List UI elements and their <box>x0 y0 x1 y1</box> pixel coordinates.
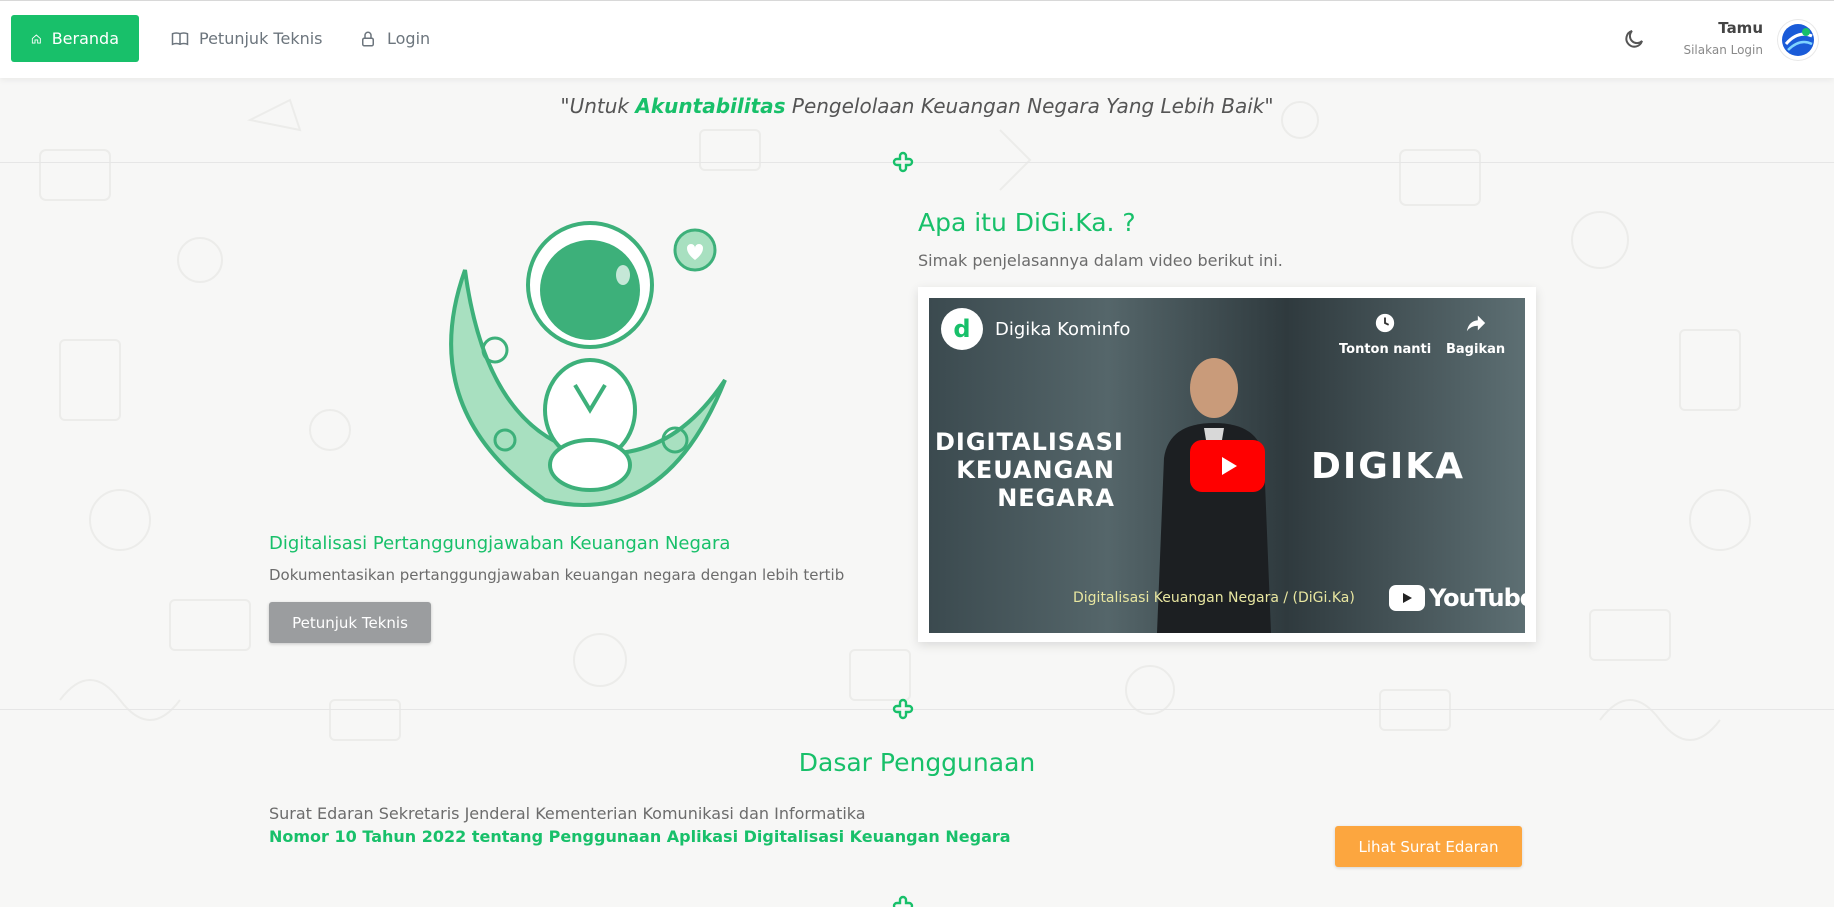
avatar[interactable] <box>1778 20 1818 60</box>
divider-line <box>0 162 1834 163</box>
surat-edaran-line1: Surat Edaran Sekretaris Jenderal Kemente… <box>269 804 866 823</box>
section-divider <box>0 697 1834 721</box>
nav-home-label: Beranda <box>51 29 119 48</box>
user-subtitle: Silakan Login <box>1683 43 1763 57</box>
watch-later-button[interactable]: Tonton nanti <box>1339 312 1431 357</box>
tagline-highlight: Akuntabilitas <box>635 94 786 118</box>
overlay-line: KEUANGAN <box>956 456 1115 484</box>
right-section-description: Simak penjelasannya dalam video berikut … <box>918 251 1283 270</box>
youtube-logo-text: YouTube <box>1429 584 1525 612</box>
play-button[interactable] <box>1190 440 1265 492</box>
overlay-line: NEGARA <box>997 484 1115 512</box>
lock-icon <box>362 31 374 46</box>
channel-name[interactable]: Digika Kominfo <box>995 319 1130 340</box>
left-section-description: Dokumentasikan pertanggungjawaban keuang… <box>269 566 845 584</box>
astronaut-on-moon-illustration <box>449 221 727 507</box>
nav-login-button[interactable]: Login <box>339 15 450 62</box>
video-overlay-right: DIGIKA <box>1311 446 1465 487</box>
youtube-logo[interactable]: YouTube <box>1389 584 1525 612</box>
hero-tagline: "Untuk Akuntabilitas Pengelolaan Keuanga… <box>0 94 1834 118</box>
right-section-title: Apa itu DiGi.Ka. ? <box>918 208 1136 237</box>
nav-petunjuk-button[interactable]: Petunjuk Teknis <box>151 15 343 62</box>
clover-cross-icon <box>892 895 914 907</box>
lihat-surat-edaran-button[interactable]: Lihat Surat Edaran <box>1335 826 1522 867</box>
clover-cross-icon <box>892 151 914 173</box>
nav-home-button[interactable]: Beranda <box>11 15 139 62</box>
youtube-video-player[interactable]: d Digika Kominfo Tonton nanti Bagikan DI… <box>929 298 1525 633</box>
tagline-rest: Pengelolaan Keuangan Negara Yang Lebih B… <box>785 94 1274 118</box>
dark-mode-moon-icon[interactable] <box>1622 27 1646 51</box>
top-navbar: Beranda Petunjuk Teknis Login Tamu Silak… <box>0 0 1834 78</box>
dasar-penggunaan-title: Dasar Penggunaan <box>798 748 1036 777</box>
user-name: Tamu <box>1718 19 1763 37</box>
home-icon <box>31 33 41 43</box>
petunjuk-teknis-button[interactable]: Petunjuk Teknis <box>269 602 431 643</box>
overlay-line: DIGITALISASI <box>935 428 1124 456</box>
play-icon <box>1221 457 1237 475</box>
share-arrow-icon <box>1466 315 1485 332</box>
left-section-title: Digitalisasi Pertanggungjawaban Keuangan… <box>269 533 731 554</box>
nav-login-label: Login <box>387 29 431 48</box>
clover-cross-icon <box>892 698 914 720</box>
video-frame: d Digika Kominfo Tonton nanti Bagikan DI… <box>918 287 1536 642</box>
kominfo-logo-icon <box>1782 24 1814 56</box>
video-channel-header: d Digika Kominfo <box>941 308 1130 350</box>
tagline-open: "Untuk <box>560 94 636 118</box>
surat-edaran-line2: Nomor 10 Tahun 2022 tentang Penggunaan A… <box>269 827 1011 846</box>
watch-later-label: Tonton nanti <box>1339 342 1432 357</box>
section-divider <box>0 894 1834 907</box>
channel-logo[interactable]: d <box>941 308 983 350</box>
video-overlay-left: DIGITALISASI KEUANGAN NEGARA <box>935 428 1124 512</box>
user-info[interactable]: Tamu Silakan Login <box>1683 19 1763 57</box>
section-divider <box>0 150 1834 174</box>
video-caption: Digitalisasi Keuangan Negara / (DiGi.Ka) <box>1073 590 1355 606</box>
clock-icon <box>1375 313 1395 333</box>
divider-line <box>0 709 1834 710</box>
youtube-play-icon <box>1389 585 1425 611</box>
share-button[interactable]: Bagikan <box>1446 312 1505 357</box>
book-icon <box>171 31 189 45</box>
share-label: Bagikan <box>1446 342 1506 357</box>
nav-petunjuk-label: Petunjuk Teknis <box>199 29 323 48</box>
